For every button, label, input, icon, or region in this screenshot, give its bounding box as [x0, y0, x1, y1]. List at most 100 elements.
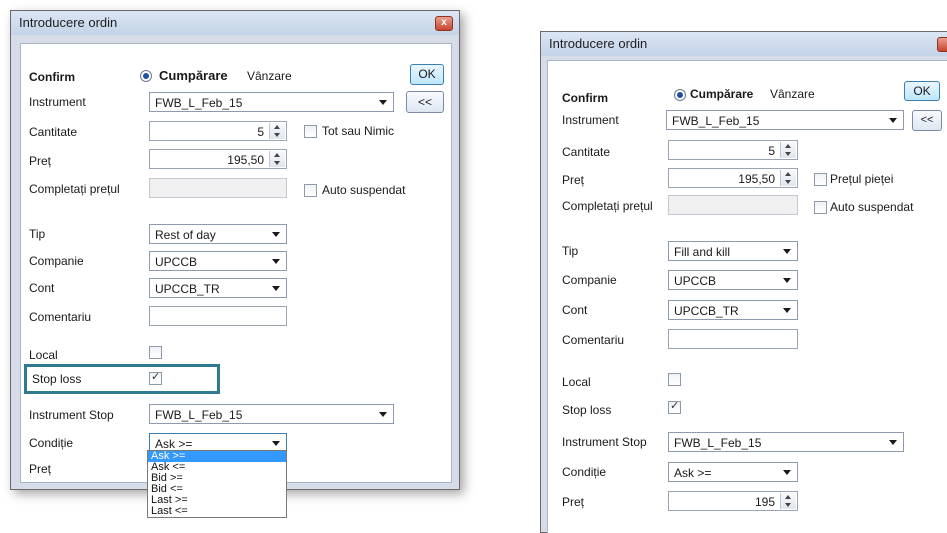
market-price-label: Prețul pieței — [830, 172, 894, 186]
stoploss-checkbox[interactable] — [668, 399, 681, 414]
local-label: Local — [562, 375, 591, 389]
type-select[interactable]: Fill and kill — [668, 241, 798, 261]
account-label: Cont — [562, 303, 588, 317]
auto-suspend-checkbox[interactable] — [814, 201, 827, 214]
account-select[interactable]: UPCCB_TR — [149, 278, 287, 298]
spin-arrows-icon[interactable] — [780, 142, 796, 158]
stop-price-value: 195 — [754, 495, 775, 509]
stop-instrument-label: Instrument Stop — [29, 408, 114, 422]
dialog-client: Confirm Cumpărare Vânzare OK Instrument … — [547, 60, 947, 533]
price-value: 195,50 — [738, 172, 775, 186]
quantity-stepper[interactable]: 5 — [149, 121, 287, 141]
account-value: UPCCB_TR — [155, 282, 220, 296]
auto-suspend-label: Auto suspendat — [322, 183, 406, 197]
collapse-button[interactable]: << — [406, 91, 444, 113]
condition-label: Condiție — [29, 436, 74, 450]
spin-arrows-icon[interactable] — [269, 123, 285, 139]
instrument-label: Instrument — [29, 95, 86, 109]
price-stepper[interactable]: 195,50 — [668, 168, 798, 188]
window-title: Introducere ordin — [19, 15, 118, 30]
stop-price-stepper[interactable]: 195 — [668, 491, 798, 511]
fill-price-label: Completați prețul — [562, 199, 653, 213]
company-select[interactable]: UPCCB — [149, 251, 287, 271]
local-checkbox[interactable] — [149, 346, 162, 359]
chevron-down-icon — [379, 412, 387, 417]
chevron-down-icon — [379, 100, 387, 105]
condition-option[interactable]: Last <= — [148, 506, 286, 517]
quantity-value: 5 — [257, 125, 264, 139]
all-or-nothing-checkbox[interactable] — [304, 125, 317, 138]
stoploss-label: Stop loss — [562, 403, 612, 417]
condition-dropdown-list[interactable]: Ask >= Ask <= Bid >= Bid <= Last >= Last… — [147, 450, 287, 518]
instrument-label: Instrument — [562, 113, 619, 127]
spin-arrows-icon[interactable] — [780, 170, 796, 186]
buy-radio[interactable] — [674, 89, 686, 101]
market-price-checkbox[interactable] — [814, 173, 827, 186]
local-checkbox[interactable] — [668, 373, 681, 386]
price-label: Preț — [562, 173, 585, 187]
quantity-stepper[interactable]: 5 — [668, 140, 798, 160]
collapse-button[interactable]: << — [912, 110, 942, 131]
local-label: Local — [29, 348, 58, 362]
chevron-down-icon — [783, 470, 791, 475]
buy-label[interactable]: Cumpărare — [159, 68, 228, 83]
instrument-value: FWB_L_Feb_15 — [672, 114, 760, 128]
chevron-down-icon — [272, 232, 280, 237]
company-select[interactable]: UPCCB — [668, 270, 798, 290]
close-button[interactable]: x — [435, 16, 453, 31]
quantity-value: 5 — [768, 144, 775, 158]
sell-label[interactable]: Vânzare — [247, 69, 292, 83]
chevron-down-icon — [889, 440, 897, 445]
sell-label[interactable]: Vânzare — [770, 87, 815, 101]
condition-select[interactable]: Ask >= — [668, 462, 798, 482]
ok-button[interactable]: OK — [904, 81, 940, 101]
dialog-client: Confirm Cumpărare Vânzare OK Instrument … — [20, 43, 452, 483]
account-select[interactable]: UPCCB_TR — [668, 300, 798, 320]
type-value: Fill and kill — [674, 245, 731, 259]
close-button[interactable] — [937, 37, 947, 52]
instrument-select[interactable]: FWB_L_Feb_15 — [149, 92, 394, 112]
all-or-nothing-label: Tot sau Nimic — [322, 124, 395, 138]
quantity-label: Cantitate — [29, 125, 78, 139]
stop-price-label: Preț — [562, 495, 585, 509]
account-value: UPCCB_TR — [674, 304, 739, 318]
instrument-value: FWB_L_Feb_15 — [155, 96, 243, 110]
type-select[interactable]: Rest of day — [149, 224, 287, 244]
stoploss-label: Stop loss — [32, 372, 82, 386]
confirm-label: Confirm — [29, 70, 75, 84]
comment-label: Comentariu — [562, 333, 625, 347]
quantity-label: Cantitate — [562, 145, 611, 159]
condition-label: Condiție — [562, 465, 607, 479]
chevron-down-icon — [783, 308, 791, 313]
title-bar: Introducere ordin — [541, 32, 947, 56]
stop-instrument-select[interactable]: FWB_L_Feb_15 — [668, 432, 904, 452]
buy-radio[interactable] — [140, 70, 152, 82]
chevron-down-icon — [889, 118, 897, 123]
chevron-down-icon — [272, 259, 280, 264]
buy-label[interactable]: Cumpărare — [690, 87, 753, 101]
chevron-down-icon — [783, 278, 791, 283]
spin-arrows-icon[interactable] — [269, 151, 285, 167]
fill-price-field — [668, 195, 798, 215]
stop-instrument-label: Instrument Stop — [562, 435, 647, 449]
ok-button[interactable]: OK — [410, 64, 444, 85]
price-stepper[interactable]: 195,50 — [149, 149, 287, 169]
instrument-select[interactable]: FWB_L_Feb_15 — [666, 110, 904, 130]
comment-input[interactable] — [668, 329, 798, 349]
price-label: Preț — [29, 154, 52, 168]
comment-input[interactable] — [149, 306, 287, 326]
type-label: Tip — [29, 227, 46, 241]
stop-price-label: Preț — [29, 462, 52, 476]
type-value: Rest of day — [155, 228, 216, 242]
order-dialog-left: Introducere ordin x Confirm Cumpărare Vâ… — [10, 10, 460, 490]
stop-instrument-value: FWB_L_Feb_15 — [674, 436, 762, 450]
stop-instrument-select[interactable]: FWB_L_Feb_15 — [149, 404, 394, 424]
fill-price-field — [149, 178, 287, 198]
stoploss-checkbox[interactable] — [149, 370, 162, 385]
spin-arrows-icon[interactable] — [780, 493, 796, 509]
auto-suspend-label: Auto suspendat — [830, 200, 914, 214]
account-label: Cont — [29, 281, 55, 295]
order-dialog-right: Introducere ordin Confirm Cumpărare Vânz… — [540, 31, 947, 533]
chevron-down-icon — [783, 249, 791, 254]
auto-suspend-checkbox[interactable] — [304, 184, 317, 197]
